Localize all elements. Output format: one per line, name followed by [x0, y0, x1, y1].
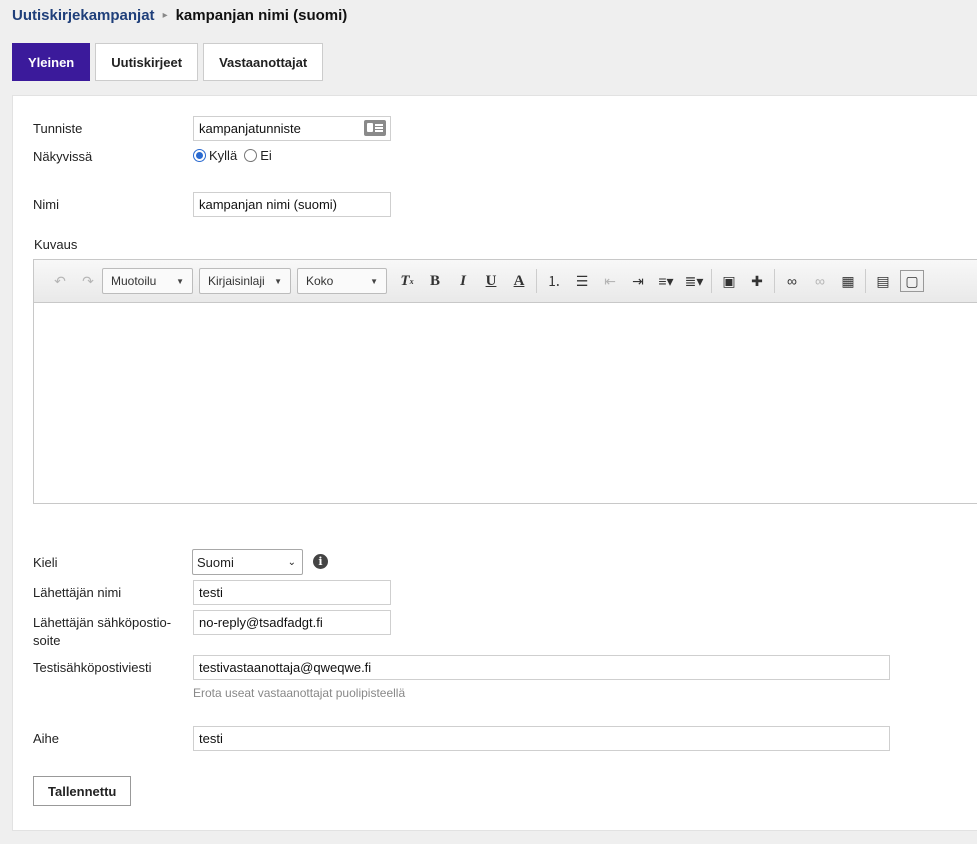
- numbered-list-icon[interactable]: ⒈: [540, 269, 568, 293]
- toolbar-divider: [711, 269, 712, 293]
- sender-email-input[interactable]: no-reply@tsadfadgt.fi: [193, 610, 391, 635]
- id-card-icon[interactable]: [364, 120, 386, 136]
- sender-name-value: testi: [199, 585, 223, 600]
- sender-email-value: no-reply@tsadfadgt.fi: [199, 615, 323, 630]
- breadcrumb-link-campaigns[interactable]: Uutiskirjekampanjat: [12, 7, 155, 24]
- image-icon[interactable]: ▣: [715, 269, 743, 293]
- tab-bar: Yleinen Uutiskirjeet Vastaanottajat: [12, 43, 324, 81]
- visible-yes-radio[interactable]: [193, 149, 206, 162]
- indent-icon[interactable]: ⇥: [624, 269, 652, 293]
- save-button[interactable]: Tallennettu: [33, 776, 132, 806]
- language-value: Suomi: [197, 554, 234, 570]
- font-dropdown[interactable]: Kirjaisinlaji ▼: [199, 268, 291, 294]
- sender-email-label-line2: soite: [33, 633, 61, 648]
- test-email-input[interactable]: testivastaanottaja@qweqwe.fi: [193, 655, 890, 680]
- chevron-down-icon: ▼: [274, 276, 282, 286]
- editor-toolbar: ↶ ↷ Muotoilu ▼ Kirjaisinlaji ▼ Koko ▼ Tx…: [34, 260, 977, 303]
- chevron-down-icon: ▼: [176, 276, 184, 286]
- bold-icon[interactable]: B: [421, 269, 449, 293]
- description-label: Kuvaus: [34, 237, 78, 252]
- identifier-label: Tunniste: [33, 121, 83, 136]
- source-code-icon[interactable]: ▤: [869, 269, 897, 293]
- sender-name-label: Lähettäjän nimi: [33, 585, 122, 600]
- tab-recipients[interactable]: Vastaanottajat: [203, 43, 324, 81]
- size-dropdown[interactable]: Koko ▼: [297, 268, 387, 294]
- subject-input[interactable]: testi: [193, 726, 890, 751]
- visible-no-radio[interactable]: [244, 149, 258, 162]
- toolbar-divider: [774, 269, 775, 293]
- underline-icon[interactable]: U: [477, 269, 505, 293]
- editor-content-area[interactable]: [34, 303, 977, 503]
- italic-icon[interactable]: I: [449, 269, 477, 293]
- tab-newsletters[interactable]: Uutiskirjeet: [95, 43, 199, 81]
- form-panel: Tunniste kampanjatunniste Näkyvissä Kyll…: [12, 95, 977, 831]
- page-title: kampanjan nimi (suomi): [175, 7, 348, 24]
- outdent-icon[interactable]: ⇤: [596, 269, 624, 293]
- link-icon[interactable]: ∞: [778, 269, 806, 293]
- breadcrumb-separator-icon: ▸: [162, 10, 168, 21]
- format-dropdown[interactable]: Muotoilu ▼: [102, 268, 193, 294]
- chevron-down-icon: ⌄: [287, 556, 296, 568]
- format-dropdown-label: Muotoilu: [111, 274, 157, 288]
- plugin-puzzle-icon[interactable]: ✚: [743, 269, 771, 293]
- remove-format-icon[interactable]: Tx: [393, 269, 421, 293]
- name-value: kampanjan nimi (suomi): [199, 197, 337, 212]
- identifier-input[interactable]: kampanjatunniste: [193, 116, 391, 141]
- visible-radio-group: Kyllä Ei: [193, 148, 279, 163]
- tab-general[interactable]: Yleinen: [12, 43, 91, 81]
- chevron-down-icon: ▼: [370, 276, 378, 286]
- language-label: Kieli: [33, 555, 58, 570]
- info-icon[interactable]: i: [313, 554, 328, 569]
- text-color-icon[interactable]: A: [505, 269, 533, 293]
- breadcrumb: Uutiskirjekampanjat ▸ kampanjan nimi (su…: [12, 7, 347, 24]
- identifier-value: kampanjatunniste: [199, 121, 301, 136]
- visible-label: Näkyvissä: [33, 149, 93, 164]
- font-dropdown-label: Kirjaisinlaji: [208, 274, 265, 288]
- sender-email-label: Lähettäjän sähköpostio- soite: [33, 614, 171, 650]
- visible-yes-label[interactable]: Kyllä: [209, 148, 237, 163]
- language-select[interactable]: Suomi ⌄: [192, 549, 303, 575]
- bulleted-list-icon[interactable]: ☰: [568, 269, 596, 293]
- test-email-hint: Erota useat vastaanottajat puolipisteell…: [193, 686, 406, 700]
- sender-name-input[interactable]: testi: [193, 580, 391, 605]
- test-email-label: Testisähköpostiviesti: [33, 660, 152, 675]
- test-email-value: testivastaanottaja@qweqwe.fi: [199, 660, 372, 675]
- unlink-icon[interactable]: ∞: [806, 269, 834, 293]
- toolbar-divider: [536, 269, 537, 293]
- size-dropdown-label: Koko: [306, 274, 334, 288]
- subject-label: Aihe: [33, 731, 60, 746]
- name-label: Nimi: [33, 197, 59, 212]
- visible-no-label[interactable]: Ei: [260, 148, 272, 163]
- fullscreen-icon[interactable]: ▢: [900, 270, 924, 292]
- name-input[interactable]: kampanjan nimi (suomi): [193, 192, 391, 217]
- undo-icon[interactable]: ↶: [46, 269, 74, 293]
- redo-icon[interactable]: ↷: [74, 269, 102, 293]
- sender-email-label-line1: Lähettäjän sähköpostio-: [33, 615, 172, 630]
- align-icon[interactable]: ≡▾: [652, 269, 680, 293]
- line-height-icon[interactable]: ≣▾: [680, 269, 708, 293]
- toolbar-divider: [865, 269, 866, 293]
- table-icon[interactable]: ▦: [834, 269, 862, 293]
- rich-text-editor: ↶ ↷ Muotoilu ▼ Kirjaisinlaji ▼ Koko ▼ Tx…: [33, 259, 977, 504]
- subject-value: testi: [199, 731, 223, 746]
